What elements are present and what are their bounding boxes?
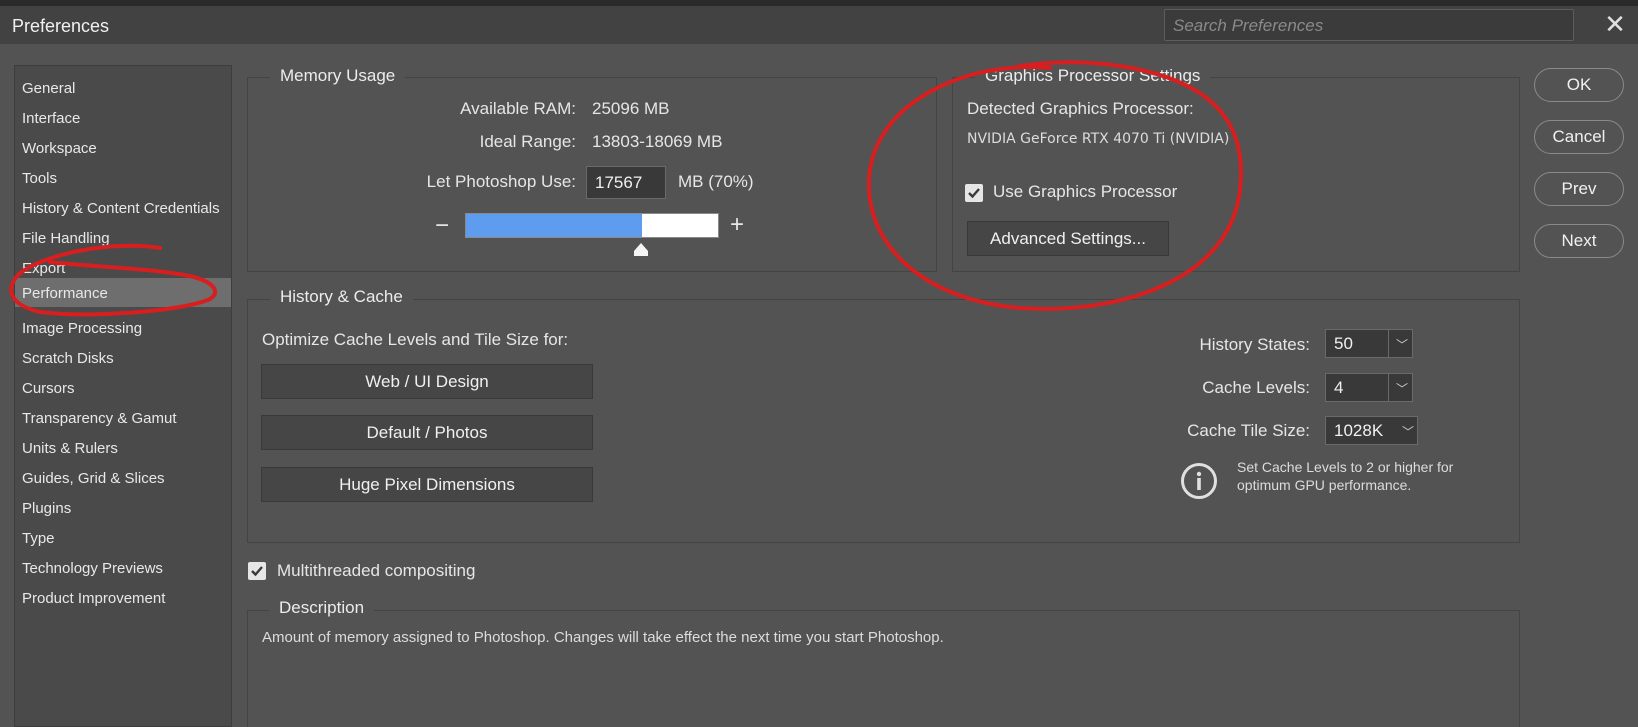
preferences-sidebar: General Interface Workspace Tools Histor… xyxy=(14,65,232,727)
memory-slider-thumb-base[interactable] xyxy=(634,251,648,256)
sidebar-item-plugins[interactable]: Plugins xyxy=(15,493,231,522)
increase-memory-button[interactable]: + xyxy=(730,213,744,237)
description-group xyxy=(247,610,1520,727)
memory-slider-thumb[interactable] xyxy=(634,243,648,251)
sidebar-item-cursors[interactable]: Cursors xyxy=(15,373,231,402)
title-bar: Preferences Search Preferences ✕ xyxy=(0,6,1638,44)
select-divider xyxy=(1388,374,1389,401)
multithreaded-compositing-checkbox[interactable] xyxy=(248,562,266,580)
cancel-button[interactable]: Cancel xyxy=(1534,120,1624,154)
history-cache-legend: History & Cache xyxy=(270,287,413,307)
ideal-range-label: Ideal Range: xyxy=(479,132,576,151)
sidebar-item-product-improvement[interactable]: Product Improvement xyxy=(15,583,231,612)
memory-slider-track[interactable] xyxy=(465,213,719,238)
history-states-select[interactable]: 50 ﹀ xyxy=(1325,329,1413,358)
checkmark-icon xyxy=(968,188,980,199)
use-graphics-processor-checkbox[interactable] xyxy=(965,184,983,202)
memory-slider-fill xyxy=(466,214,643,237)
history-states-label: History States: xyxy=(1199,335,1310,354)
cache-levels-label: Cache Levels: xyxy=(1202,378,1310,397)
sidebar-item-history-content-credentials[interactable]: History & Content Credentials xyxy=(15,193,231,222)
web-ui-design-button[interactable]: Web / UI Design xyxy=(261,364,593,399)
memory-percent-suffix: MB (70%) xyxy=(678,172,754,191)
detected-gpu-label: Detected Graphics Processor: xyxy=(967,99,1194,118)
sidebar-item-performance[interactable]: Performance xyxy=(15,278,231,307)
ok-button[interactable]: OK xyxy=(1534,68,1624,102)
huge-pixel-dimensions-button[interactable]: Huge Pixel Dimensions xyxy=(261,467,593,502)
decrease-memory-button[interactable]: − xyxy=(435,214,449,238)
chevron-down-icon: ﹀ xyxy=(1396,382,1409,396)
default-photos-button[interactable]: Default / Photos xyxy=(261,415,593,450)
description-legend: Description xyxy=(269,598,375,618)
ideal-range-value: 13803-18069 MB xyxy=(592,132,723,151)
info-icon xyxy=(1181,463,1217,499)
cache-tile-size-label: Cache Tile Size: xyxy=(1187,421,1310,440)
search-preferences-input[interactable]: Search Preferences xyxy=(1164,9,1574,41)
graphics-processor-legend: Graphics Processor Settings xyxy=(975,66,1211,86)
sidebar-item-guides-grid-slices[interactable]: Guides, Grid & Slices xyxy=(15,463,231,492)
multithreaded-compositing-label: Multithreaded compositing xyxy=(277,561,476,580)
memory-usage-legend: Memory Usage xyxy=(270,66,406,86)
sidebar-item-general[interactable]: General xyxy=(15,73,231,102)
optimize-cache-label: Optimize Cache Levels and Tile Size for: xyxy=(262,330,569,349)
cache-info-text: Set Cache Levels to 2 or higher for opti… xyxy=(1237,459,1454,493)
description-text: Amount of memory assigned to Photoshop. … xyxy=(262,629,944,646)
available-ram-label: Available RAM: xyxy=(460,99,576,118)
sidebar-item-scratch-disks[interactable]: Scratch Disks xyxy=(15,343,231,372)
select-divider xyxy=(1388,330,1389,357)
sidebar-item-transparency-gamut[interactable]: Transparency & Gamut xyxy=(15,403,231,432)
next-button[interactable]: Next xyxy=(1534,224,1624,258)
window-title: Preferences xyxy=(12,16,110,36)
cache-levels-value: 4 xyxy=(1334,378,1344,397)
chevron-down-icon: ﹀ xyxy=(1402,425,1415,439)
memory-amount-input[interactable]: 17567 xyxy=(586,166,666,199)
sidebar-item-type[interactable]: Type xyxy=(15,523,231,552)
sidebar-item-tools[interactable]: Tools xyxy=(15,163,231,192)
cache-levels-select[interactable]: 4 ﹀ xyxy=(1325,373,1413,402)
prev-button[interactable]: Prev xyxy=(1534,172,1624,206)
sidebar-item-image-processing[interactable]: Image Processing xyxy=(15,313,231,342)
sidebar-item-technology-previews[interactable]: Technology Previews xyxy=(15,553,231,582)
use-graphics-processor-label: Use Graphics Processor xyxy=(993,182,1178,201)
sidebar-item-interface[interactable]: Interface xyxy=(15,103,231,132)
checkmark-icon xyxy=(251,566,263,577)
history-states-value: 50 xyxy=(1334,334,1353,353)
detected-gpu-value: NVIDIA GeForce RTX 4070 Ti (NVIDIA) xyxy=(967,131,1230,147)
cache-tile-size-value: 1028K xyxy=(1334,421,1384,440)
sidebar-item-units-rulers[interactable]: Units & Rulers xyxy=(15,433,231,462)
let-photoshop-use-label: Let Photoshop Use: xyxy=(426,172,576,191)
cache-tile-size-select[interactable]: 1028K ﹀ xyxy=(1325,416,1418,445)
available-ram-value: 25096 MB xyxy=(592,99,670,118)
sidebar-item-file-handling[interactable]: File Handling xyxy=(15,223,231,252)
close-icon[interactable]: ✕ xyxy=(1600,6,1630,44)
sidebar-item-workspace[interactable]: Workspace xyxy=(15,133,231,162)
advanced-settings-button[interactable]: Advanced Settings... xyxy=(967,221,1169,256)
chevron-down-icon: ﹀ xyxy=(1396,338,1409,352)
